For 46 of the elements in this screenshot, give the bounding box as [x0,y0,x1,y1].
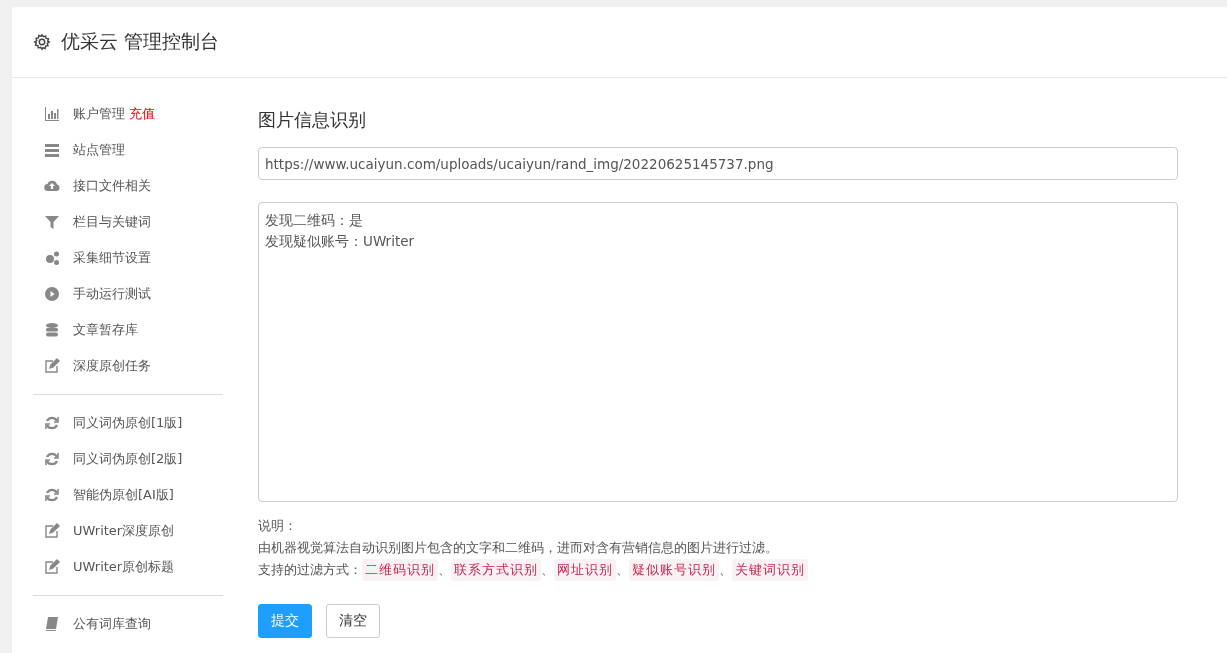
sidebar-item[interactable]: 智能伪原创[AI版] [73,486,174,504]
description-text: 由机器视觉算法自动识别图片包含的文字和二维码，进而对含有营销信息的图片进行过滤。 [258,540,778,555]
book-icon [44,616,60,632]
sidebar-item[interactable]: 手动运行测试 [73,285,151,303]
recharge-link[interactable]: 充值 [129,105,155,123]
sidebar-item[interactable]: 账户管理 [73,105,125,123]
result-field[interactable]: 发现二维码：是 发现疑似账号：UWriter [258,202,1178,502]
sidebar-item[interactable]: 栏目与关键词 [73,213,151,231]
sidebar-item[interactable]: 深度原创任务 [73,357,151,375]
method-tag: 网址识别 [554,559,616,581]
edit-icon [44,358,60,374]
url-field[interactable]: https://www.ucaiyun.com/uploads/ucaiyun/rand_img/20220625145737.png [258,147,1178,180]
cloud-upload-icon [44,178,60,194]
sidebar-item[interactable]: 接口文件相关 [73,177,151,195]
edit-icon [44,523,60,539]
refresh-icon [44,487,60,503]
bar-chart-icon [44,106,60,122]
method-tag: 关键词识别 [732,559,808,581]
notes-heading: 说明： [258,517,298,535]
sidebar-item[interactable]: UWriter原创标题 [73,558,175,576]
sidebar-item[interactable]: 采集细节设置 [73,249,151,267]
sidebar-item[interactable]: 公有词库查询 [73,615,151,633]
refresh-icon [44,451,60,467]
refresh-icon [44,415,60,431]
settings-icon [33,33,51,51]
separator-mark: 、 [616,561,629,579]
method-tag: 二维码识别 [362,559,438,581]
method-tag: 联系方式识别 [451,559,541,581]
section-title: 图片信息识别 [258,108,367,132]
separator-mark: 、 [541,561,554,579]
methods-label: 支持的过滤方式： [258,561,362,579]
play-icon [44,286,60,302]
separator-mark: 、 [438,561,451,579]
console-title: 优采云 管理控制台 [61,29,220,54]
sidebar-item[interactable]: UWriter深度原创 [73,522,175,540]
sidebar-item[interactable]: 站点管理 [73,141,125,159]
edit-icon [44,559,60,575]
clear-button[interactable]: 清空 [326,604,380,638]
method-tag: 疑似账号识别 [629,559,719,581]
server-icon [44,142,60,158]
sidebar-item[interactable]: 文章暂存库 [73,321,138,339]
filter-icon [44,214,60,230]
separator-mark: 、 [719,561,732,579]
sidebar-item[interactable]: 同义词伪原创[1版] [73,414,183,432]
sidebar-item[interactable]: 同义词伪原创[2版] [73,450,183,468]
database-icon [44,322,60,338]
